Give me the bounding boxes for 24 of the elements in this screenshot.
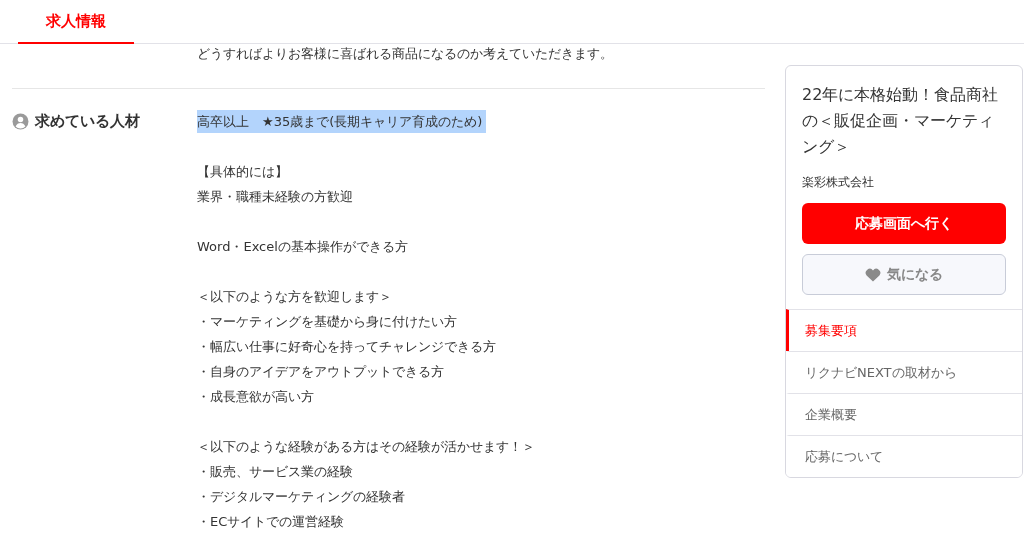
job-title: 22年に本格始動！食品商社の＜販促企画・マーケティング＞ (802, 84, 1000, 158)
favorite-button[interactable]: 気になる (802, 254, 1006, 295)
requirement-text: ・デジタルマーケティングの経験者 (197, 489, 405, 504)
nav-item[interactable]: 募集要項 (786, 309, 1022, 351)
requirement-text: ・販売、サービス業の経験 (197, 464, 353, 479)
requirement-text: ＜以下のような方を歓迎します＞ (197, 289, 392, 304)
requirement-text: Word・Excelの基本操作ができる方 (197, 239, 408, 254)
requirement-text: ・マーケティングを基礎から身に付けたい方 (197, 314, 457, 329)
heart-icon (865, 267, 881, 282)
requirement-text: ・幅広い仕事に好奇心を持ってチャレンジできる方 (197, 339, 496, 354)
nav-item[interactable]: 応募について (786, 435, 1022, 477)
requirement-text: 【具体的には】 (197, 164, 288, 179)
requirement-text: 高卒以上 ★35歳まで(長期キャリア育成のため) (197, 110, 487, 133)
requirement-text: ・自身のアイデアをアウトプットできる方 (197, 364, 444, 379)
tab[interactable]: 求人情報 (18, 0, 134, 44)
description-text: どうすればよりお客様に喜ばれる商品になるのか考えていただきます。 (197, 46, 613, 61)
section-heading: 求めている人材 (35, 112, 140, 131)
requirement-text: ＜以下のような経験がある方はその経験が活かせます！＞ (197, 439, 535, 454)
apply-button[interactable]: 応募画面へ行く (802, 203, 1006, 244)
person-icon (12, 113, 29, 130)
company-name: 楽彩株式会社 (802, 174, 875, 191)
requirement-text: 業界・職種未経験の方歓迎 (197, 189, 353, 204)
requirement-text: ・ECサイトでの運営経験 (197, 514, 345, 529)
requirement-text: ・成長意欲が高い方 (197, 389, 314, 404)
